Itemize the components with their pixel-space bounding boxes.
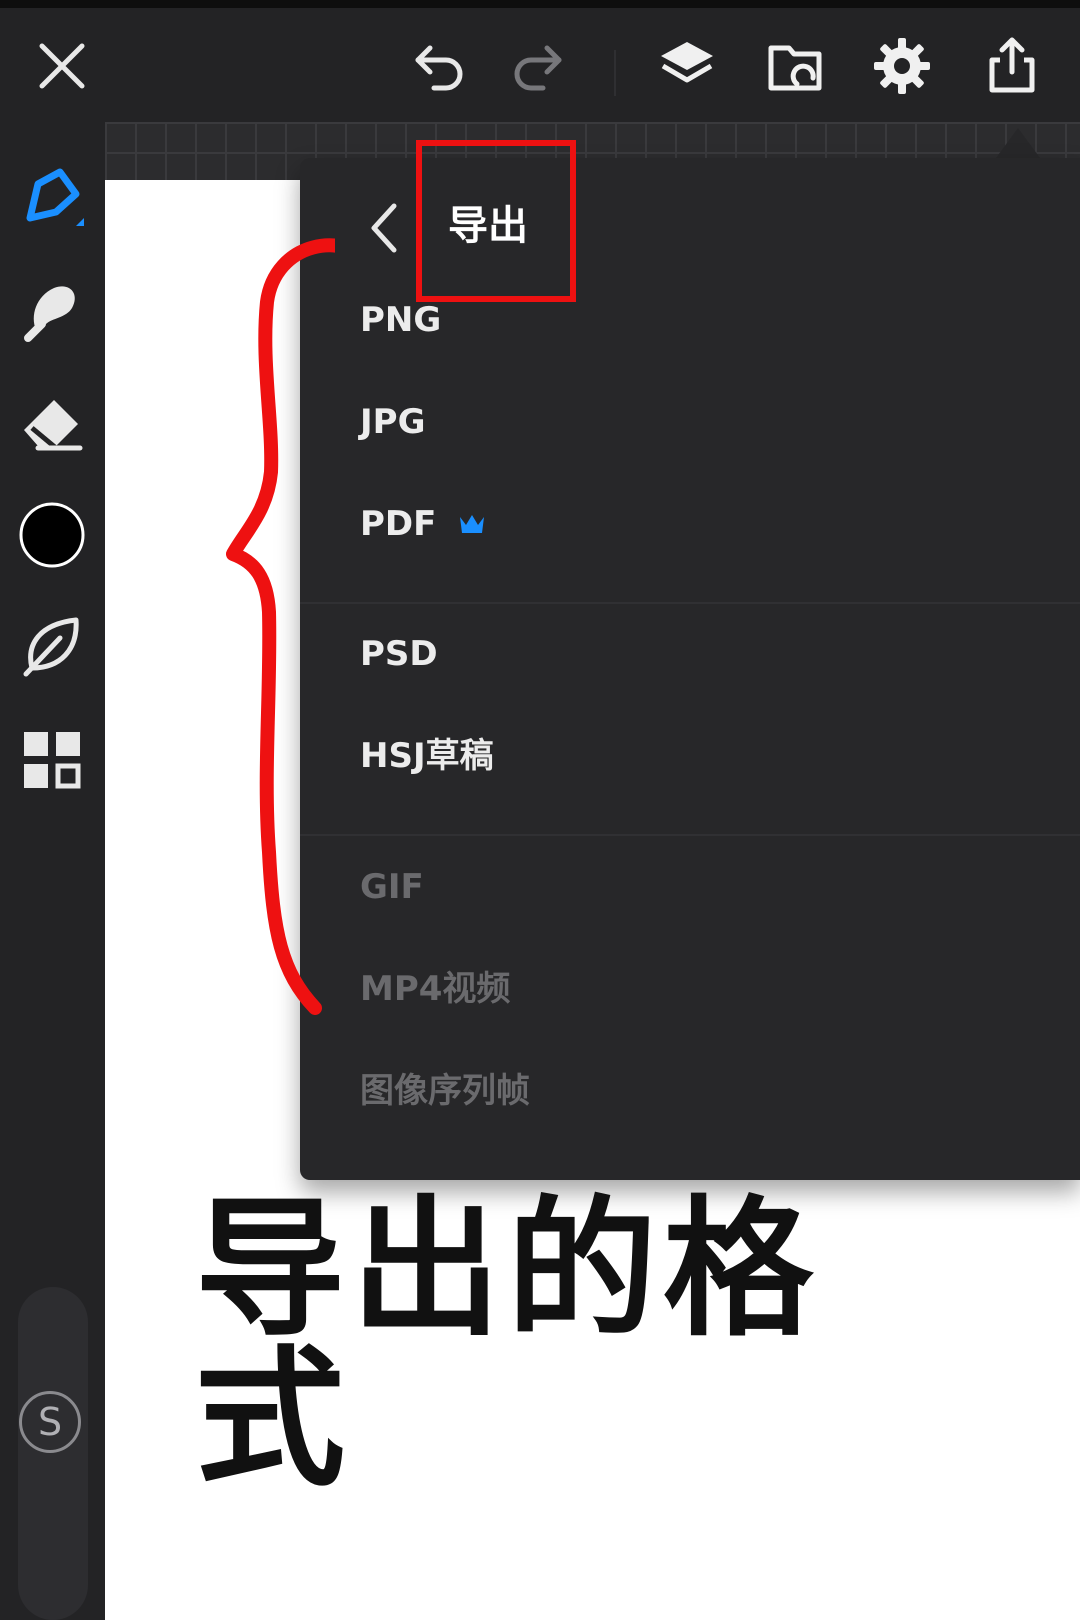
export-gif[interactable]: GIF (360, 862, 424, 912)
undo-icon[interactable] (408, 34, 472, 98)
menu-item-label: GIF (360, 867, 424, 907)
color-swatch[interactable] (14, 497, 90, 573)
leaf-icon[interactable] (14, 608, 90, 684)
export-pdf[interactable]: PDF (360, 499, 486, 549)
export-mp4-video[interactable]: MP4视频 (360, 964, 510, 1014)
tool-sidebar: S (0, 130, 105, 1620)
crown-icon (460, 515, 485, 533)
menu-item-label: JPG (360, 402, 426, 442)
title-highlight-box (416, 140, 576, 302)
menu-item-label: MP4视频 (360, 969, 511, 1009)
back-chevron-icon[interactable] (360, 196, 410, 260)
caption-text: 导出的格式 (195, 1183, 820, 1507)
menu-item-label: PSD (360, 634, 438, 674)
export-hsj-draft[interactable]: HSJ草稿 (360, 731, 494, 781)
menu-item-label: HSJ草稿 (360, 736, 494, 776)
menu-item-label: 图像序列帧 (360, 1071, 530, 1111)
close-icon[interactable] (30, 34, 94, 98)
redo-icon[interactable] (505, 34, 569, 98)
top-toolbar (0, 0, 1080, 130)
share-icon[interactable] (980, 34, 1044, 98)
layers-icon[interactable] (655, 34, 719, 98)
export-png[interactable]: PNG (360, 295, 441, 345)
export-menu-panel: 导出 PNG JPG PDF PSD HSJ草稿 GIF MP4视频 图像序列帧 (300, 158, 1080, 1180)
menu-item-label: PDF (360, 504, 437, 544)
export-jpg[interactable]: JPG (360, 397, 425, 447)
gallery-icon[interactable] (763, 34, 827, 98)
smudge-tool-icon[interactable] (14, 272, 90, 348)
pen-tool-icon[interactable] (14, 160, 90, 236)
toolbar-divider (614, 50, 616, 96)
size-slider[interactable] (18, 1287, 88, 1620)
export-psd[interactable]: PSD (360, 629, 438, 679)
menu-item-label: PNG (360, 300, 442, 340)
export-image-sequence[interactable]: 图像序列帧 (360, 1066, 530, 1116)
eraser-icon[interactable] (14, 384, 90, 460)
gear-icon[interactable] (870, 34, 934, 98)
menu-divider (300, 834, 1080, 836)
s-badge-icon[interactable]: S (19, 1391, 81, 1453)
grid-apps-icon[interactable] (14, 722, 90, 798)
menu-divider (300, 602, 1080, 604)
annotation-brace (226, 238, 335, 1015)
panel-pointer (996, 128, 1040, 158)
